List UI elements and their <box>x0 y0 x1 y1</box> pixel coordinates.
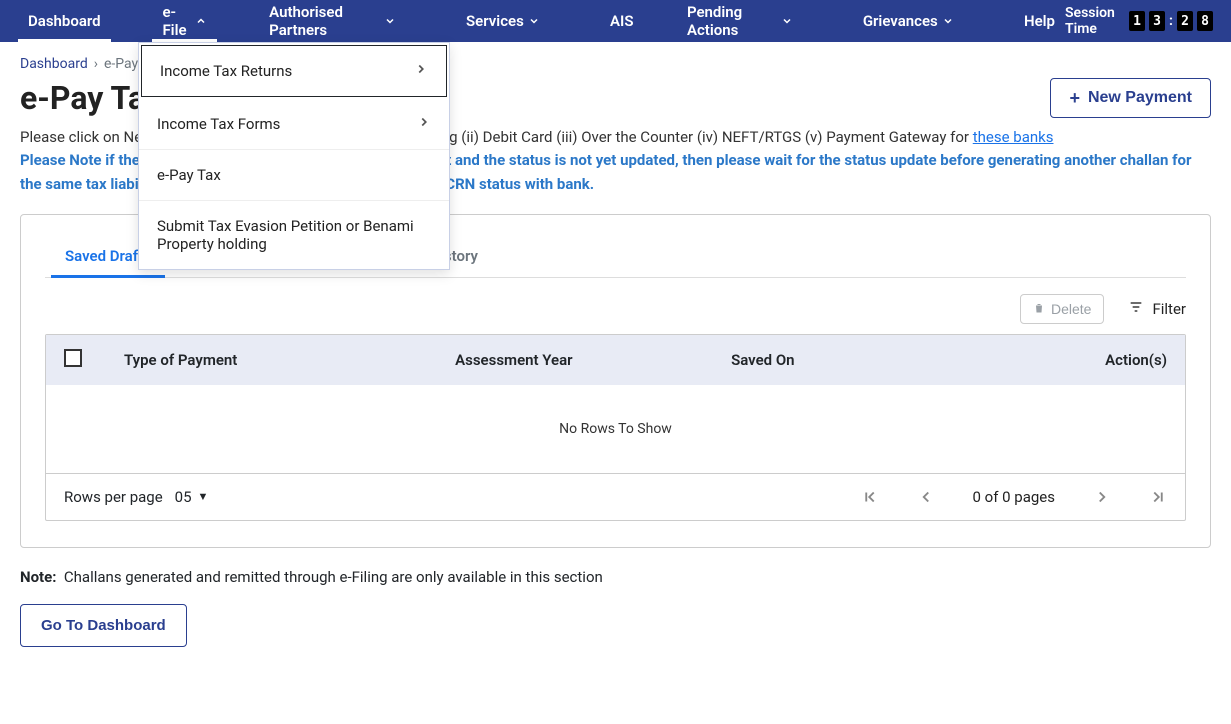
session-timer: Session Time 1 3 : 2 8 <box>1065 5 1213 37</box>
pager: 0 of 0 pages <box>861 488 1168 506</box>
table-header: Type of Payment Assessment Year Saved On… <box>46 335 1185 385</box>
caret-down-icon: ▼ <box>198 490 209 503</box>
rows-per-page-select[interactable]: 05 ▼ <box>175 488 209 506</box>
top-navigation: Dashboard e-File Authorised Partners Ser… <box>0 0 1231 42</box>
trash-icon <box>1033 301 1045 317</box>
chevron-right-icon <box>417 115 431 133</box>
menu-label: Income Tax Returns <box>160 62 292 80</box>
table-footer: Rows per page 05 ▼ 0 of 0 pages <box>46 474 1185 520</box>
nav-efile[interactable]: e-File <box>152 0 217 42</box>
nav-label: Grievances <box>863 12 938 30</box>
col-year: Assessment Year <box>455 351 731 369</box>
rows-per-page-label: Rows per page <box>64 488 163 506</box>
nav-grievances[interactable]: Grievances <box>853 0 964 42</box>
col-actions: Action(s) <box>1007 351 1167 369</box>
col-saved: Saved On <box>731 351 1007 369</box>
filter-icon <box>1128 299 1144 319</box>
nav-dashboard[interactable]: Dashboard <box>18 0 111 42</box>
chevron-down-icon <box>942 15 954 27</box>
last-page-icon[interactable] <box>1149 488 1167 506</box>
digit: 3 <box>1149 11 1165 31</box>
rows-value: 05 <box>175 488 192 506</box>
select-all-column <box>64 349 124 371</box>
menu-label: e-Pay Tax <box>157 166 221 184</box>
col-type: Type of Payment <box>124 351 455 369</box>
chevron-down-icon <box>781 15 793 27</box>
breadcrumb-home[interactable]: Dashboard <box>20 56 88 72</box>
chevron-right-icon <box>414 62 428 80</box>
digit: 8 <box>1197 11 1213 31</box>
new-payment-button[interactable]: + New Payment <box>1050 78 1211 118</box>
button-label: New Payment <box>1088 89 1192 107</box>
session-label: Session Time <box>1065 5 1121 37</box>
menu-income-tax-returns[interactable]: Income Tax Returns <box>141 45 447 97</box>
note-label: Note: <box>20 568 56 586</box>
delete-button[interactable]: Delete <box>1020 294 1104 324</box>
digit: 2 <box>1177 11 1193 31</box>
nav-label: Help <box>1024 12 1055 30</box>
page-info: 0 of 0 pages <box>973 488 1056 506</box>
menu-income-tax-forms[interactable]: Income Tax Forms <box>139 99 449 150</box>
nav-label: AIS <box>610 12 633 30</box>
table-empty: No Rows To Show <box>46 385 1185 474</box>
next-page-icon[interactable] <box>1093 488 1111 506</box>
drafts-table: Type of Payment Assessment Year Saved On… <box>45 334 1186 521</box>
select-all-checkbox[interactable] <box>64 349 82 367</box>
menu-label: Income Tax Forms <box>157 115 280 133</box>
button-label: Delete <box>1051 301 1091 317</box>
efile-dropdown: Income Tax Returns Income Tax Forms e-Pa… <box>138 42 450 270</box>
colon: : <box>1169 13 1173 29</box>
plus-icon: + <box>1069 89 1080 107</box>
footer-note: Note: Challans generated and remitted th… <box>0 548 1231 586</box>
nav-ais[interactable]: AIS <box>600 0 643 42</box>
chevron-right-icon: › <box>94 56 98 72</box>
nav-label: Pending Actions <box>687 3 777 39</box>
go-to-dashboard-button[interactable]: Go To Dashboard <box>20 604 187 647</box>
nav-label: Authorised Partners <box>269 3 380 39</box>
menu-submit-petition[interactable]: Submit Tax Evasion Petition or Benami Pr… <box>139 201 449 269</box>
nav-label: e-File <box>162 3 191 39</box>
button-label: Filter <box>1152 300 1186 318</box>
chevron-down-icon <box>384 15 396 27</box>
chevron-down-icon <box>528 15 540 27</box>
card-toolbar: Delete Filter <box>45 294 1186 324</box>
digit: 1 <box>1129 11 1145 31</box>
session-digits: 1 3 : 2 8 <box>1129 11 1213 31</box>
menu-epay-tax[interactable]: e-Pay Tax <box>139 150 449 201</box>
button-label: Go To Dashboard <box>41 617 166 634</box>
nav-authorised-partners[interactable]: Authorised Partners <box>259 0 406 42</box>
chevron-up-icon <box>195 15 207 27</box>
filter-button[interactable]: Filter <box>1128 299 1186 319</box>
these-banks-link[interactable]: these banks <box>973 128 1054 146</box>
note-text: Challans generated and remitted through … <box>64 568 603 586</box>
prev-page-icon[interactable] <box>917 488 935 506</box>
nav-pending-actions[interactable]: Pending Actions <box>677 0 803 42</box>
nav-help[interactable]: Help <box>1014 0 1065 42</box>
nav-label: Dashboard <box>28 12 101 30</box>
menu-label: Submit Tax Evasion Petition or Benami Pr… <box>157 217 431 253</box>
nav-label: Services <box>466 12 524 30</box>
first-page-icon[interactable] <box>861 488 879 506</box>
nav-services[interactable]: Services <box>456 0 550 42</box>
